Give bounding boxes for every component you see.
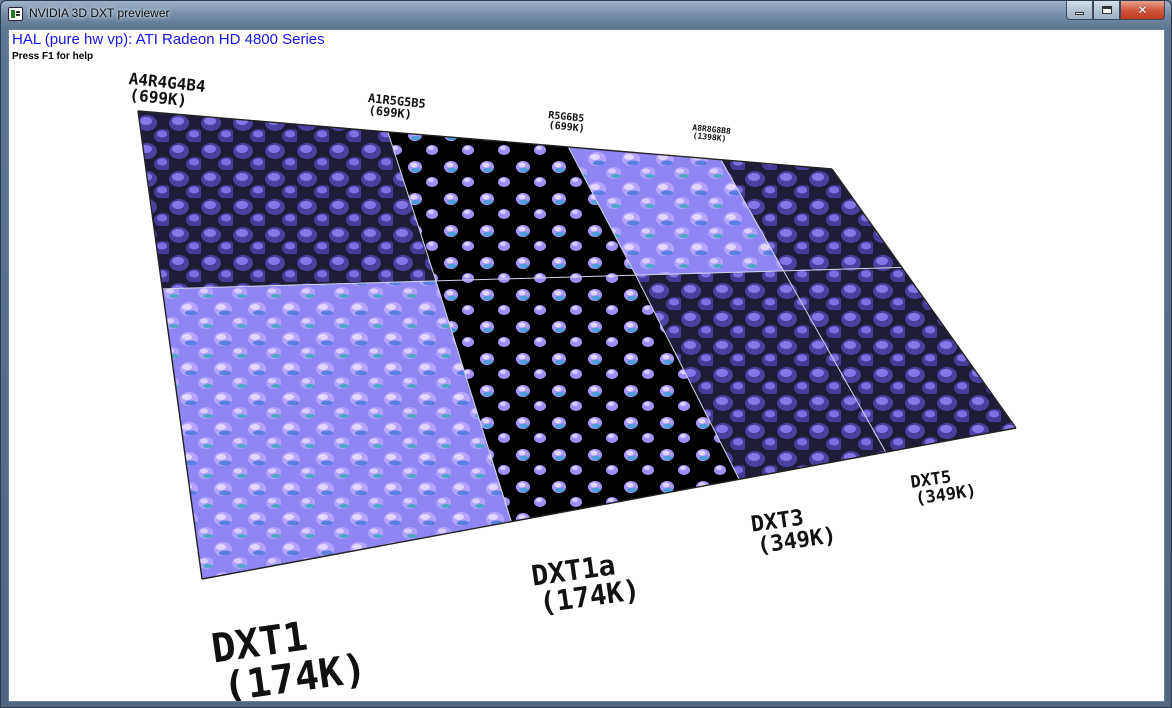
device-info: HAL (pure hw vp): ATI Radeon HD 4800 Ser… [12,31,325,48]
close-button[interactable]: ✕ [1120,1,1165,20]
maximize-icon [1101,6,1112,14]
window-title: NVIDIA 3D DXT previewer [29,6,170,20]
title-bar[interactable]: NVIDIA 3D DXT previewer ✕ [1,1,1171,27]
render-viewport[interactable]: A4R4G4B4 (699K) A1R5G5B5 (699K) R5G6B5 (699K)… [8,29,1165,702]
texture-scene: A4R4G4B4(699K) A1R5G5B5(699K) R5G6B5(699K)… [128,69,1017,701]
format-label-a8r8g8b8: A8R8G8B8(1398K) [692,123,731,144]
format-label-dxt5: DXT5(349K) [909,467,977,509]
help-hint: Press F1 for help [12,51,94,62]
format-label-a4r4g4b4: A4R4G4B4(699K) [128,69,207,110]
format-size: (699K) [548,120,585,135]
format-label-dxt1: DXT1(174K) [209,614,370,701]
close-icon: ✕ [1137,3,1148,17]
format-label-r5g6b5: R5G6B5(699K) [548,110,586,135]
format-label-a1r5g5b5: A1R5G5B5(699K) [367,91,426,122]
format-label-dxt3: DXT3(349K) [749,506,838,559]
minimize-icon [1075,12,1084,15]
minimize-button[interactable] [1066,1,1093,20]
maximize-button[interactable] [1093,1,1120,20]
caption-buttons: ✕ [1066,1,1165,20]
app-icon[interactable] [8,7,23,21]
format-label-dxt1a: DXT1a(174K) [529,548,642,620]
app-window: NVIDIA 3D DXT previewer ✕ A4R4G4B4 (699K… [0,0,1172,708]
